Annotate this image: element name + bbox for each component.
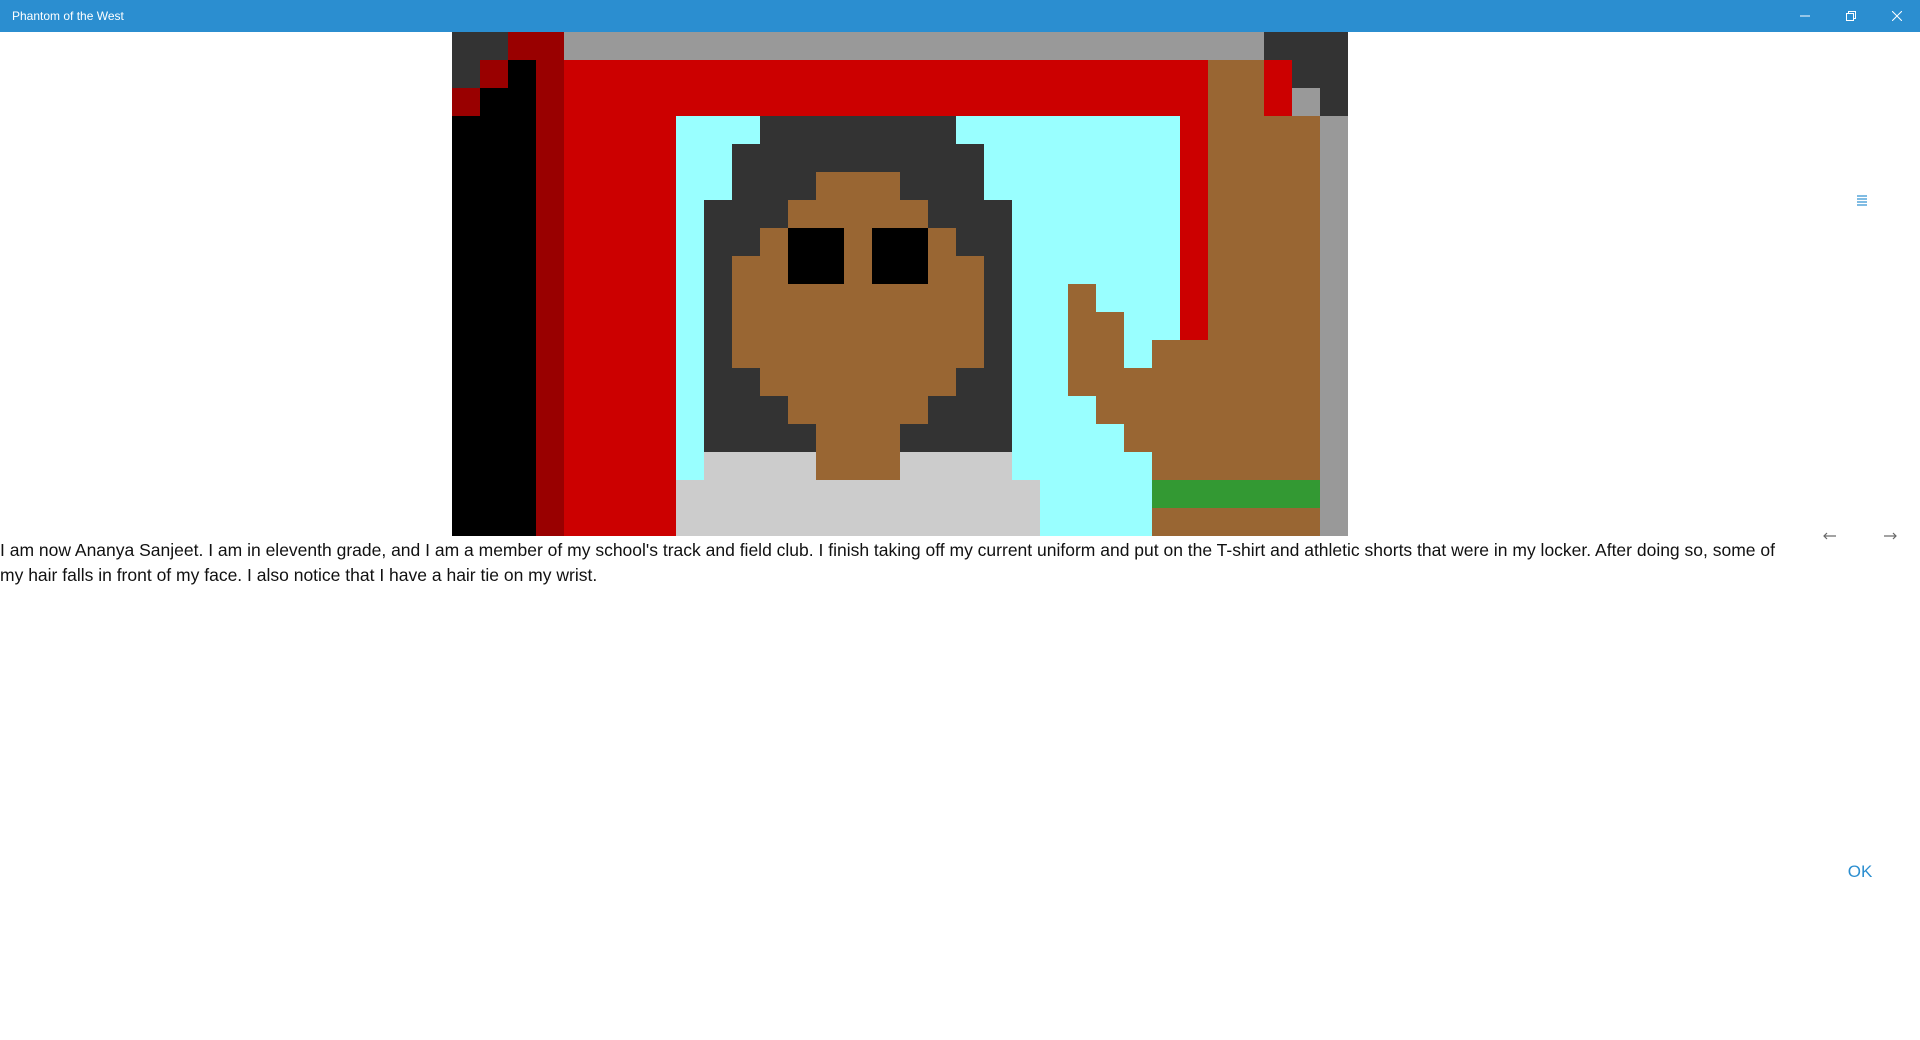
minimize-button[interactable] [1782, 0, 1828, 32]
restore-button[interactable] [1828, 0, 1874, 32]
arrow-left-icon [1823, 532, 1836, 540]
window-title: Phantom of the West [12, 9, 124, 23]
scene-image [452, 32, 1348, 536]
story-text: I am now Ananya Sanjeet. I am in elevent… [0, 540, 1775, 585]
arrow-right-icon [1884, 532, 1897, 540]
ok-button[interactable]: OK [1840, 860, 1880, 884]
hamburger-menu-icon[interactable] [1850, 188, 1874, 212]
restore-icon [1846, 11, 1856, 21]
title-bar: Phantom of the West [0, 0, 1920, 32]
back-button[interactable] [1816, 526, 1844, 546]
pixel-art-portrait [452, 32, 1348, 536]
forward-button[interactable] [1876, 526, 1904, 546]
close-icon [1892, 11, 1902, 21]
close-button[interactable] [1874, 0, 1920, 32]
minimize-icon [1800, 15, 1810, 17]
